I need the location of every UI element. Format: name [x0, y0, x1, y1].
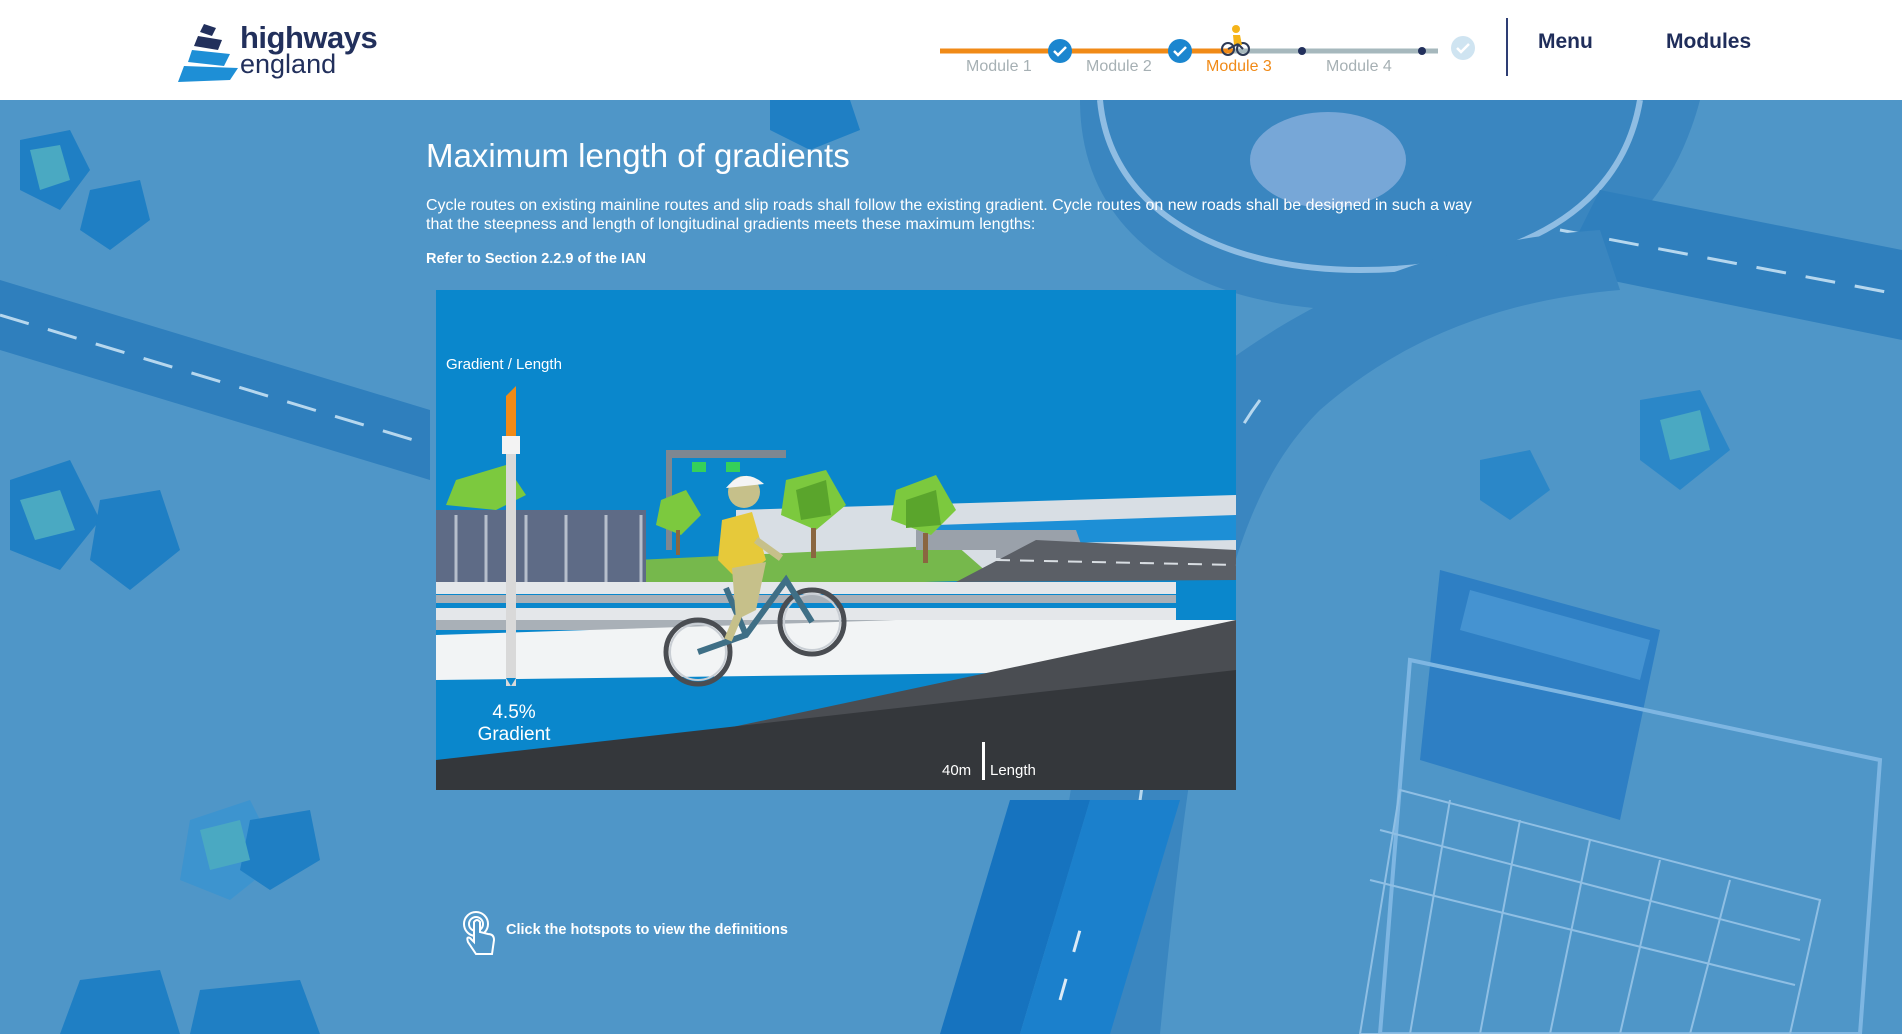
logo-wordmark: highways england: [240, 20, 378, 79]
top-bar: highways england Module 1 Module 2 Modul…: [0, 0, 1902, 100]
slider-label: Gradient / Length: [446, 356, 562, 373]
menu-button[interactable]: Menu: [1538, 30, 1593, 54]
length-marker: [982, 742, 985, 780]
content-panel: Maximum length of gradients Cycle routes…: [426, 136, 1486, 267]
module-3-step-dot: [1298, 47, 1306, 55]
module-progress-bar: Module 1 Module 2 Module 3 Module 4: [936, 14, 1446, 84]
gradient-value: 4.5%: [492, 702, 536, 723]
module-4-label[interactable]: Module 4: [1326, 58, 1392, 76]
modules-button[interactable]: Modules: [1666, 30, 1751, 54]
module-3-label[interactable]: Module 3: [1206, 58, 1272, 76]
intro-text: Cycle routes on existing mainline routes…: [426, 197, 1472, 233]
reference-text: Refer to Section 2.2.9 of the IAN: [426, 251, 646, 267]
gradient-slider-track[interactable]: [502, 386, 522, 686]
gradient-readout: 4.5% Gradient: [464, 702, 564, 746]
final-check-icon[interactable]: [1450, 35, 1476, 61]
logo-line-1: highways: [240, 20, 378, 55]
logo-mark-icon: [178, 24, 238, 82]
gradient-slider-handle[interactable]: [502, 436, 520, 454]
length-label: Length: [990, 762, 1036, 779]
gradient-label: Gradient: [477, 724, 551, 745]
module-1-label[interactable]: Module 1: [966, 58, 1032, 76]
page-title: Maximum length of gradients: [426, 137, 850, 174]
module-2-label[interactable]: Module 2: [1086, 58, 1152, 76]
logo-line-2: england: [240, 49, 337, 79]
length-value: 40m: [942, 762, 972, 779]
module-4-step-dot: [1418, 47, 1426, 55]
header-divider: [1506, 18, 1508, 76]
touch-hand-icon: [463, 911, 496, 955]
check-icon[interactable]: [1048, 39, 1072, 63]
check-icon[interactable]: [1168, 39, 1192, 63]
highways-england-logo[interactable]: highways england: [178, 22, 398, 84]
gradient-illustration: Gradient / Length 4.5% Gradient 40m Leng…: [436, 290, 1236, 790]
hint-text: Click the hotspots to view the definitio…: [506, 922, 788, 938]
